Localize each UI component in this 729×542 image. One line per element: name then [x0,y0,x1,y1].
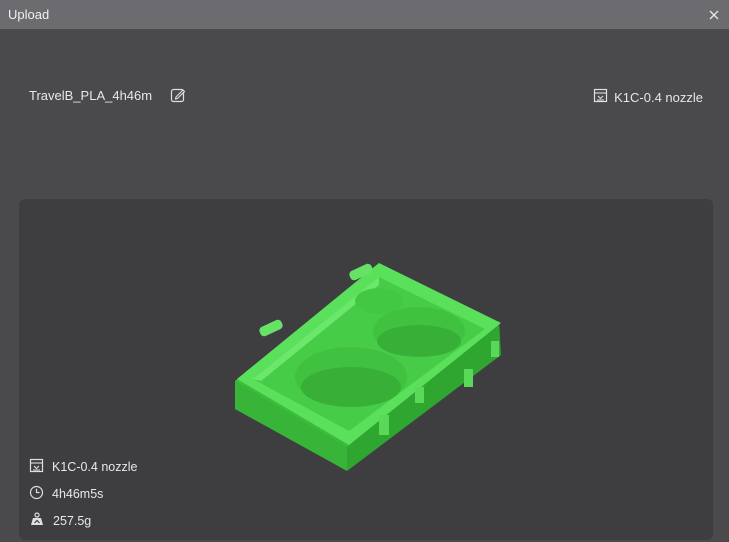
file-name: TravelB_PLA_4h46m [29,88,153,103]
model-render [235,263,501,471]
print-time: 4h46m5s [52,487,104,501]
filament-weight: 257.5g [53,514,92,528]
weight-icon [29,512,45,530]
print-time-row: 4h46m5s [29,485,103,503]
edit-icon[interactable] [170,87,186,103]
weight-row: 257.5g [29,512,91,530]
preview-printer-row: K1C-0.4 nozzle [29,458,137,476]
file-header: TravelB_PLA_4h46m K1C-0.4 nozzle [0,84,729,108]
window-title: Upload [8,7,50,22]
model-preview: K1C-0.4 nozzle 4h46m5s 257.5g [19,199,713,540]
printer-icon [29,458,44,476]
printer-icon [593,88,608,106]
clock-icon [29,485,44,503]
printer-selector: K1C-0.4 nozzle [593,88,703,106]
title-bar: Upload [0,0,729,29]
preview-printer-name: K1C-0.4 nozzle [52,460,138,474]
printer-name: K1C-0.4 nozzle [614,89,703,105]
close-icon[interactable] [707,8,721,22]
